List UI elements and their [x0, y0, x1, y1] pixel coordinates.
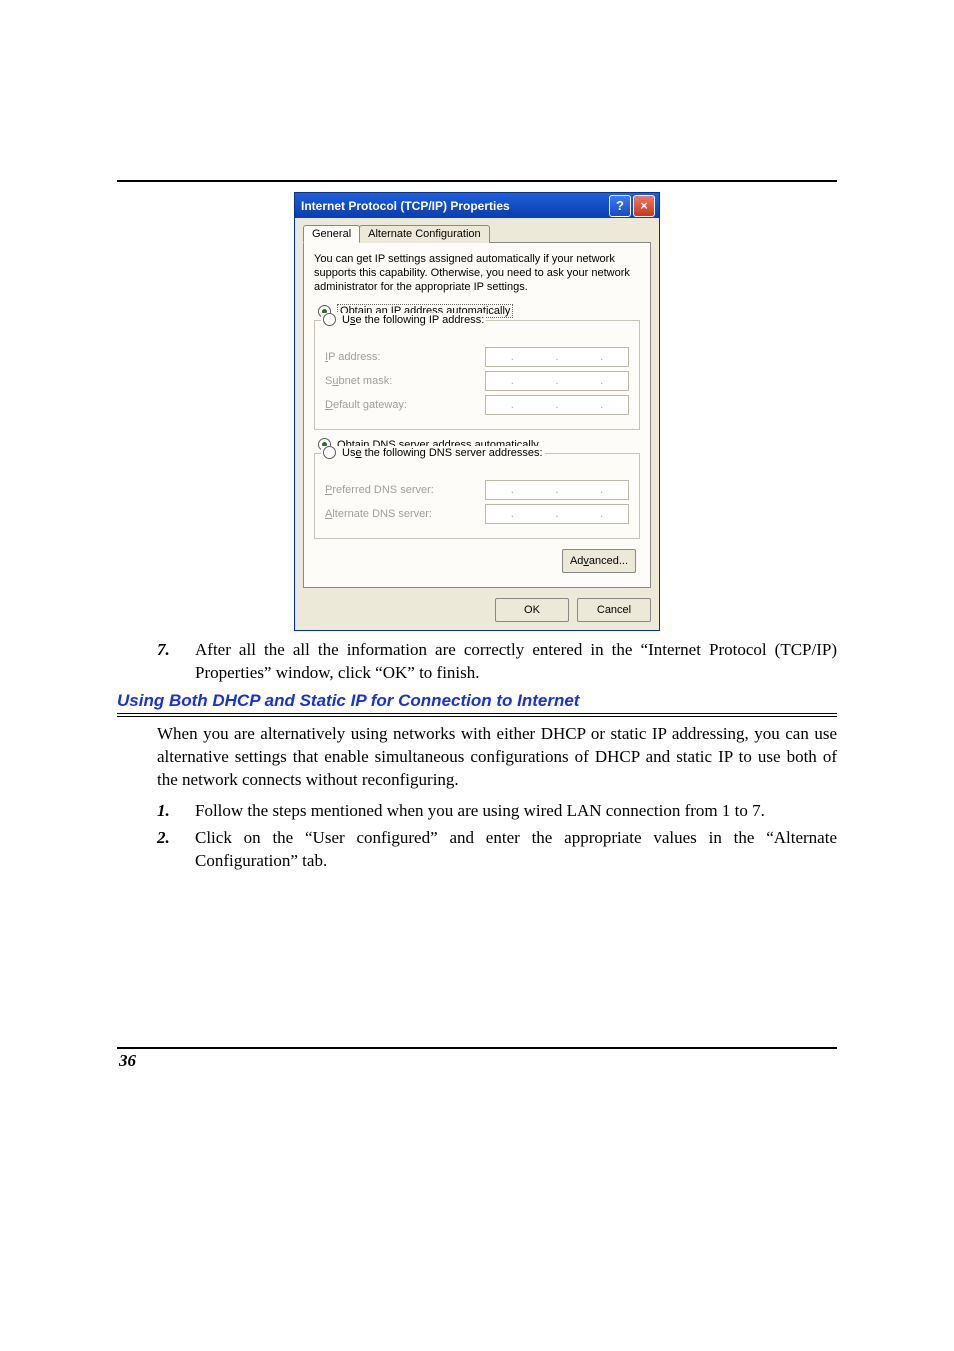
radio-use-ip-label: Use the following IP address:	[342, 314, 484, 326]
step-number-1: 1.	[157, 800, 177, 823]
radio-use-dns[interactable]	[323, 446, 336, 459]
dialog-title: Internet Protocol (TCP/IP) Properties	[301, 199, 510, 213]
step-number-7: 7.	[157, 639, 177, 685]
preferred-dns-label: Preferred DNS server:	[325, 484, 475, 496]
cancel-button[interactable]: Cancel	[577, 598, 651, 622]
advanced-button[interactable]: Advanced...	[562, 549, 636, 573]
dialog-titlebar: Internet Protocol (TCP/IP) Properties ? …	[295, 193, 659, 218]
alternate-dns-input[interactable]	[485, 504, 629, 524]
footer-divider	[117, 1047, 837, 1049]
page-number: 36	[119, 1051, 837, 1071]
radio-use-dns-label: Use the following DNS server addresses:	[342, 447, 543, 459]
radio-use-ip[interactable]	[323, 313, 336, 326]
alternate-dns-label: Alternate DNS server:	[325, 508, 475, 520]
ip-address-label: IP address:	[325, 351, 475, 363]
intro-text: You can get IP settings assigned automat…	[314, 253, 640, 294]
default-gateway-input[interactable]	[485, 395, 629, 415]
subnet-mask-label: Subnet mask:	[325, 375, 475, 387]
step-text-1: Follow the steps mentioned when you are …	[195, 800, 837, 823]
step-text-2: Click on the “User configured” and enter…	[195, 827, 837, 873]
ip-address-input[interactable]	[485, 347, 629, 367]
preferred-dns-input[interactable]	[485, 480, 629, 500]
ip-address-group: Use the following IP address: IP address…	[314, 320, 640, 430]
close-icon[interactable]: ×	[633, 195, 655, 217]
tab-panel-general: You can get IP settings assigned automat…	[303, 242, 651, 588]
tab-alternate-configuration[interactable]: Alternate Configuration	[359, 225, 490, 243]
ok-button[interactable]: OK	[495, 598, 569, 622]
section-heading: Using Both DHCP and Static IP for Connec…	[117, 691, 837, 711]
section-divider	[117, 713, 837, 717]
tab-general[interactable]: General	[303, 225, 360, 243]
help-icon[interactable]: ?	[609, 195, 631, 217]
step-number-2: 2.	[157, 827, 177, 873]
subnet-mask-input[interactable]	[485, 371, 629, 391]
section-paragraph: When you are alternatively using network…	[157, 723, 837, 792]
tcpip-properties-dialog: Internet Protocol (TCP/IP) Properties ? …	[294, 192, 660, 631]
default-gateway-label: Default gateway:	[325, 399, 475, 411]
step-text-7: After all the all the information are co…	[195, 639, 837, 685]
dns-group: Use the following DNS server addresses: …	[314, 453, 640, 539]
